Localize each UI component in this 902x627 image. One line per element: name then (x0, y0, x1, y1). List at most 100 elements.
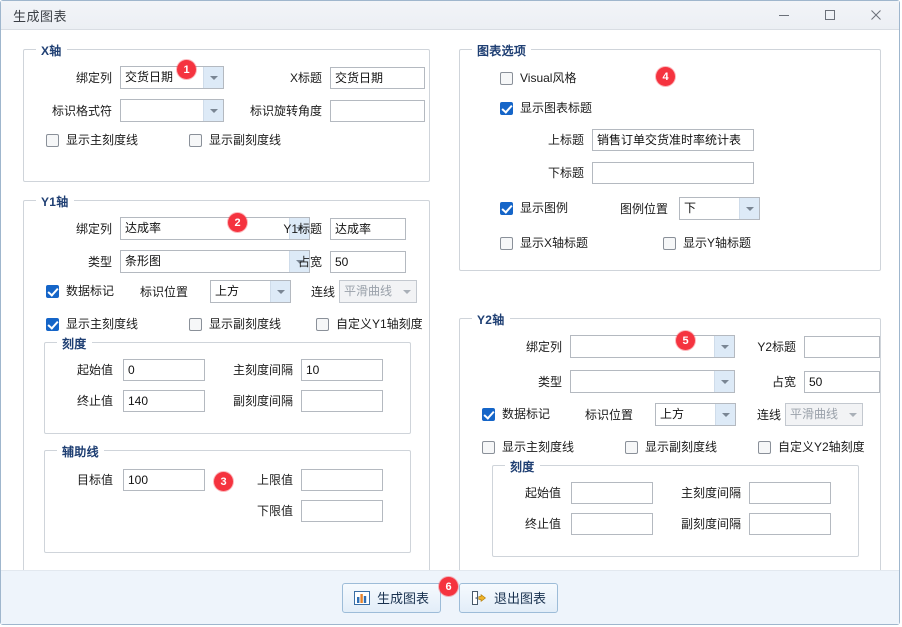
x-title-input[interactable]: 交货日期 (330, 67, 425, 89)
exit-chart-label: 退出图表 (494, 591, 547, 606)
maximize-button[interactable] (807, 1, 853, 29)
y1-aux-upper-input[interactable] (301, 469, 383, 491)
checkbox-box (189, 317, 202, 331)
y1-title-input[interactable]: 达成率 (330, 218, 406, 240)
chevron-down-icon[interactable] (739, 198, 759, 219)
y2-type-combo[interactable] (570, 370, 735, 393)
y2-width-input[interactable]: 50 (804, 371, 880, 393)
y1-aux-upper-label: 上限值 (256, 473, 293, 487)
y1-custom-scale-checkbox[interactable]: 自定义Y1轴刻度 (316, 314, 423, 334)
y2-data-marker-checkbox[interactable]: 数据标记 (482, 404, 550, 424)
visual-style-checkbox[interactable]: Visual风格 (500, 68, 576, 88)
y2-type-label: 类型 (537, 375, 562, 389)
left-pane: X轴 绑定列 交货日期 1 X标题 交货日期 标识格式符 标识旋转角度 显示主刻… (1, 30, 451, 588)
show-y-title-checkbox[interactable]: 显示Y轴标题 (663, 233, 751, 253)
y1-width-input[interactable]: 50 (330, 251, 406, 273)
y2-bind-column-combo[interactable] (570, 335, 735, 358)
y2-title-input[interactable] (804, 336, 880, 358)
checkbox-box (500, 236, 513, 250)
y1-show-major-ticks-label: 显示主刻度线 (66, 317, 139, 331)
y1-scale-major-interval-input[interactable]: 10 (301, 359, 383, 381)
x-show-major-ticks-checkbox[interactable]: 显示主刻度线 (46, 130, 138, 150)
y1-type-label: 类型 (87, 255, 112, 269)
y1-line-label: 连线 (311, 285, 336, 299)
y1-scale-minor-interval-input[interactable] (301, 390, 383, 412)
chevron-down-icon[interactable] (203, 100, 223, 121)
close-icon (871, 10, 881, 20)
chart-options-group: 图表选项 Visual风格 4 显示图表标题 上标题 销售订单交货准时率统计表 … (459, 42, 881, 271)
x-rotate-input[interactable] (330, 100, 425, 122)
bottom-title-label: 下标题 (547, 166, 584, 180)
show-legend-checkbox[interactable]: 显示图例 (500, 198, 568, 218)
y1-axis-group: Y1轴 绑定列 达成率 2 Y1标题 达成率 类型 条形图 占宽 50 数据标记… (23, 193, 430, 588)
dialog-content: X轴 绑定列 交货日期 1 X标题 交货日期 标识格式符 标识旋转角度 显示主刻… (1, 30, 899, 588)
show-x-title-checkbox[interactable]: 显示X轴标题 (500, 233, 588, 253)
y1-aux-line-group-label: 辅助线 (57, 443, 104, 460)
y2-scale-end-input[interactable] (571, 513, 653, 535)
maximize-icon (825, 10, 835, 20)
minimize-icon (779, 15, 789, 16)
legend-pos-value: 下 (684, 201, 697, 215)
badge-6: 6 (439, 577, 458, 596)
y1-show-major-ticks-checkbox[interactable]: 显示主刻度线 (46, 314, 138, 334)
checkbox-box (46, 284, 59, 298)
y1-show-minor-ticks-checkbox[interactable]: 显示副刻度线 (189, 314, 281, 334)
visual-style-label: Visual风格 (520, 71, 577, 85)
y2-width-label: 占宽 (771, 375, 796, 389)
bottom-title-input[interactable] (592, 162, 754, 184)
chevron-down-icon[interactable] (714, 371, 734, 392)
y2-show-major-ticks-checkbox[interactable]: 显示主刻度线 (482, 437, 574, 457)
checkbox-box (500, 201, 513, 215)
y2-scale-minor-interval-input[interactable] (749, 513, 831, 535)
y2-show-minor-ticks-checkbox[interactable]: 显示副刻度线 (625, 437, 717, 457)
footer-bar: 生成图表 6 退出图表 (1, 570, 899, 624)
chart-options-group-label: 图表选项 (472, 42, 532, 59)
show-chart-title-label: 显示图表标题 (520, 101, 593, 115)
checkbox-box (500, 71, 513, 85)
checkbox-box (46, 317, 59, 331)
y2-scale-start-input[interactable] (571, 482, 653, 504)
y2-show-minor-ticks-label: 显示副刻度线 (645, 440, 718, 454)
y1-marker-pos-combo[interactable]: 上方 (210, 280, 291, 303)
y2-marker-pos-combo[interactable]: 上方 (655, 403, 736, 426)
x-show-minor-ticks-checkbox[interactable]: 显示副刻度线 (189, 130, 281, 150)
y1-line-combo: 平滑曲线 (339, 280, 417, 303)
chevron-down-icon[interactable] (714, 336, 734, 357)
y1-scale-start-input[interactable]: 0 (123, 359, 205, 381)
close-button[interactable] (853, 1, 899, 29)
show-chart-title-checkbox[interactable]: 显示图表标题 (500, 98, 592, 118)
x-bind-column-label: 绑定列 (75, 71, 112, 85)
y1-scale-major-interval-label: 主刻度间隔 (232, 363, 293, 377)
chevron-down-icon[interactable] (270, 281, 290, 302)
y2-scale-group: 刻度 起始值 主刻度间隔 终止值 副刻度间隔 (492, 458, 859, 557)
y2-scale-major-interval-input[interactable] (749, 482, 831, 504)
chevron-down-icon[interactable] (715, 404, 735, 425)
badge-1: 1 (177, 60, 196, 79)
x-bind-column-combo[interactable]: 交货日期 (120, 66, 224, 89)
y1-show-minor-ticks-label: 显示副刻度线 (209, 317, 282, 331)
generate-chart-dialog: 生成图表 X轴 绑定列 交货日期 1 X标题 交货日期 标识格式符 标识旋转角度… (0, 0, 900, 625)
generate-chart-button[interactable]: 生成图表 (341, 582, 441, 613)
y1-type-value: 条形图 (125, 254, 162, 268)
y1-width-label: 占宽 (297, 255, 322, 269)
show-y-title-label: 显示Y轴标题 (683, 236, 752, 250)
y1-aux-target-label: 目标值 (76, 473, 113, 487)
minimize-button[interactable] (761, 1, 807, 29)
y2-line-combo: 平滑曲线 (785, 403, 863, 426)
legend-pos-combo[interactable]: 下 (679, 197, 760, 220)
top-title-input[interactable]: 销售订单交货准时率统计表 (592, 129, 754, 151)
y1-data-marker-checkbox[interactable]: 数据标记 (46, 281, 114, 301)
y2-custom-scale-checkbox[interactable]: 自定义Y2轴刻度 (758, 437, 865, 457)
y2-bind-column-label: 绑定列 (525, 340, 562, 354)
y1-aux-lower-input[interactable] (301, 500, 383, 522)
exit-chart-button[interactable]: 退出图表 (459, 582, 559, 613)
y1-scale-end-input[interactable]: 140 (123, 390, 205, 412)
chevron-down-icon[interactable] (203, 67, 223, 88)
x-format-combo[interactable] (120, 99, 224, 122)
y1-title-label: Y1标题 (283, 222, 322, 236)
badge-5: 5 (676, 331, 695, 350)
y2-type-value (571, 371, 714, 392)
y1-aux-target-input[interactable]: 100 (123, 469, 205, 491)
y2-scale-start-label: 起始值 (524, 486, 561, 500)
y2-data-marker-label: 数据标记 (502, 407, 551, 421)
